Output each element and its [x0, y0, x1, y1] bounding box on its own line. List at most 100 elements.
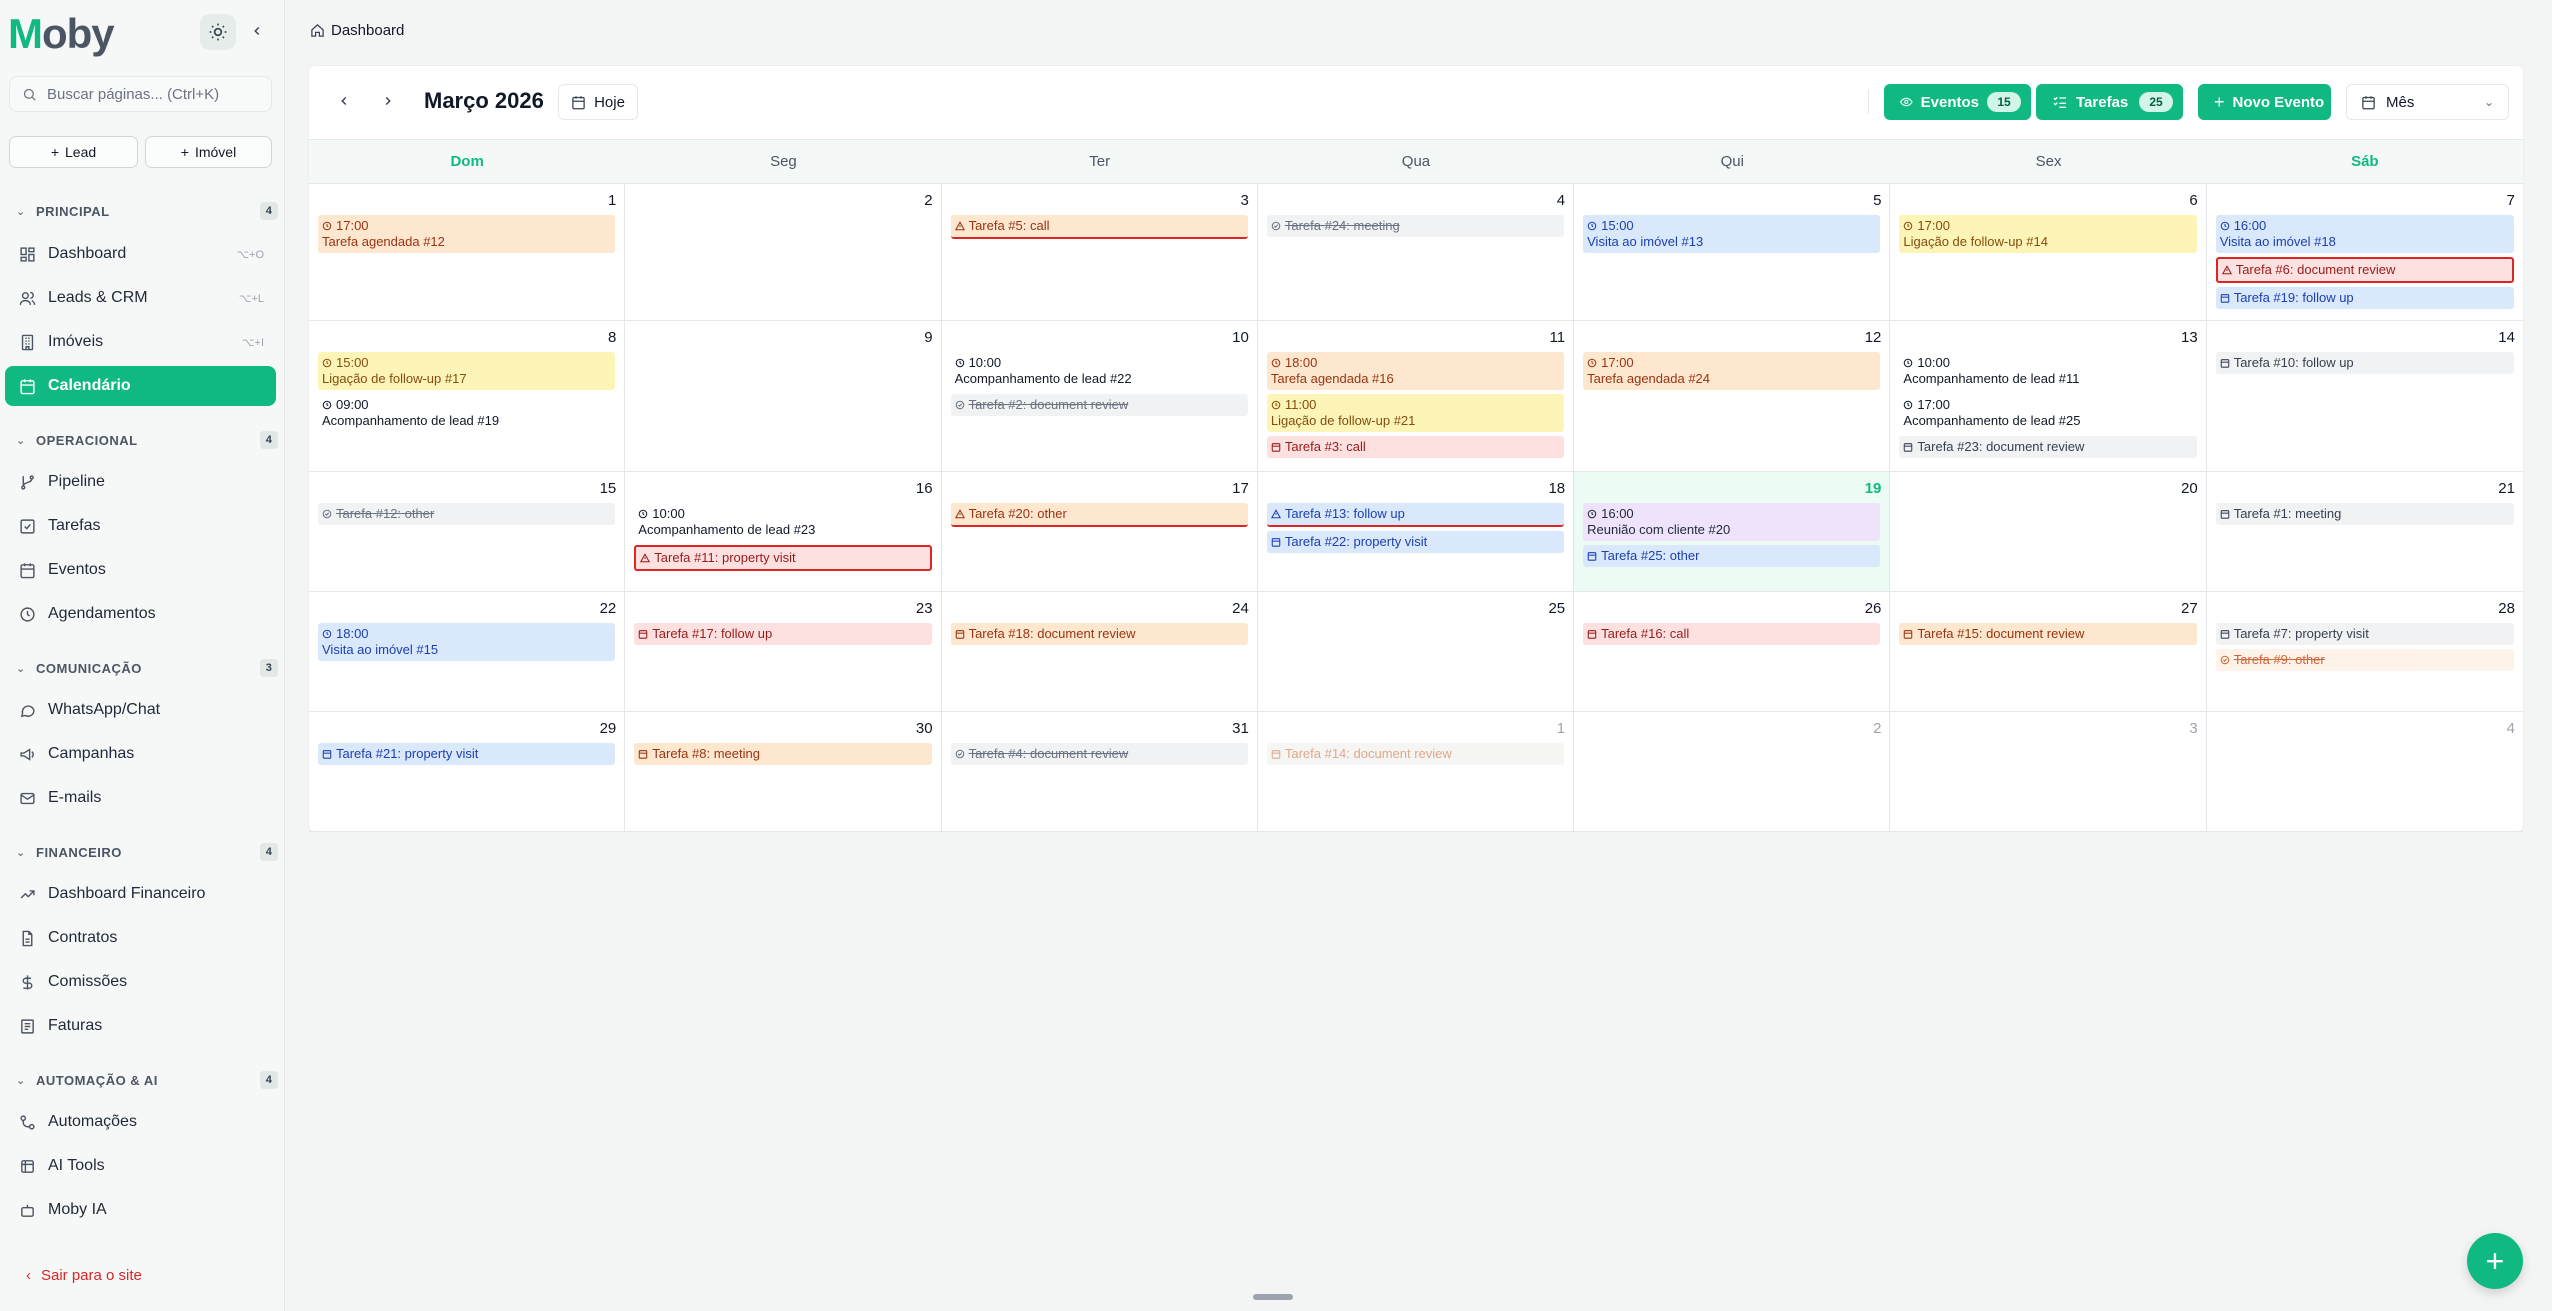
sidebar-item-imoveis[interactable]: Imóveis ⌥+I	[5, 322, 276, 362]
calendar-event[interactable]: Tarefa #5: call	[950, 215, 1248, 239]
sidebar-item-whatsapp[interactable]: WhatsApp/Chat	[5, 690, 276, 730]
day-cell[interactable]: 29 Tarefa #21: property visit	[309, 712, 626, 831]
day-cell[interactable]: 21 Tarefa #1: meeting	[2207, 472, 2523, 591]
day-cell[interactable]: 23 Tarefa #17: follow up	[625, 592, 942, 711]
calendar-event[interactable]: 18:00 Tarefa agendada #16	[1266, 352, 1565, 390]
calendar-event[interactable]: Tarefa #4: document review	[950, 743, 1248, 765]
calendar-event[interactable]: Tarefa #10: follow up	[2215, 352, 2514, 374]
calendar-event[interactable]: 17:00 Tarefa agendada #12	[318, 215, 616, 253]
section-financeiro[interactable]: ⌄ FINANCEIRO 4	[16, 842, 278, 862]
sidebar-item-dashboard[interactable]: Dashboard ⌥+O	[5, 234, 276, 274]
calendar-event[interactable]: Tarefa #24: meeting	[1266, 215, 1565, 237]
sidebar-item-tarefas[interactable]: Tarefas	[5, 506, 276, 546]
day-cell[interactable]: 24 Tarefa #18: document review	[942, 592, 1258, 711]
day-cell[interactable]: 22 18:00 Visita ao imóvel #15	[309, 592, 626, 711]
calendar-event[interactable]: Tarefa #19: follow up	[2215, 287, 2514, 309]
sidebar-item-faturas[interactable]: Faturas	[5, 1006, 276, 1046]
day-cell[interactable]: 4 Tarefa #24: meeting	[1258, 184, 1575, 320]
calendar-event[interactable]: Tarefa #14: document review	[1266, 743, 1565, 765]
day-cell[interactable]: 11 18:00 Tarefa agendada #16 11:00 Ligação d…	[1258, 321, 1575, 471]
day-cell[interactable]: 12 17:00 Tarefa agendada #24	[1574, 321, 1891, 471]
sidebar-item-calendario[interactable]: Calendário	[5, 366, 276, 406]
sidebar-item-dashboard-financeiro[interactable]: Dashboard Financeiro	[5, 874, 276, 914]
calendar-event[interactable]: 15:00 Ligação de follow-up #17	[318, 352, 616, 390]
day-cell[interactable]: 28 Tarefa #7: property visit Tarefa #9: ot…	[2207, 592, 2523, 711]
sidebar-item-agendamentos[interactable]: Agendamentos	[5, 594, 276, 634]
calendar-event[interactable]: Tarefa #2: document review	[950, 394, 1248, 416]
sidebar-item-moby-ia[interactable]: Moby IA	[5, 1190, 276, 1230]
theme-toggle-button[interactable]	[200, 14, 236, 50]
day-cell[interactable]: 2	[1574, 712, 1891, 831]
calendar-event[interactable]: Tarefa #12: other	[318, 503, 616, 525]
calendar-event[interactable]: Tarefa #3: call	[1266, 436, 1565, 458]
day-cell[interactable]: 3 Tarefa #5: call	[942, 184, 1258, 320]
calendar-event[interactable]: 10:00 Acompanhamento de lead #22	[951, 352, 1248, 390]
calendar-event[interactable]: Tarefa #17: follow up	[634, 623, 932, 645]
calendar-event[interactable]: Tarefa #6: document review	[2215, 257, 2514, 283]
calendar-event[interactable]: Tarefa #8: meeting	[634, 743, 932, 765]
day-cell[interactable]: 1 17:00 Tarefa agendada #12	[309, 184, 626, 320]
add-lead-button[interactable]: + Lead	[9, 136, 138, 168]
sidebar-item-leads[interactable]: Leads & CRM ⌥+L	[5, 278, 276, 318]
day-cell[interactable]: 30 Tarefa #8: meeting	[625, 712, 942, 831]
day-cell[interactable]: 10 10:00 Acompanhamento de lead #22 Tarefa …	[942, 321, 1258, 471]
calendar-event[interactable]: 16:00 Visita ao imóvel #18	[2215, 215, 2514, 253]
calendar-event[interactable]: Tarefa #18: document review	[950, 623, 1248, 645]
calendar-event[interactable]: Tarefa #16: call	[1583, 623, 1881, 645]
calendar-event[interactable]: 11:00 Ligação de follow-up #21	[1266, 394, 1565, 432]
moby-logo[interactable]: Moby	[8, 10, 115, 58]
day-cell[interactable]: 17 Tarefa #20: other	[942, 472, 1258, 591]
day-cell[interactable]: 9	[625, 321, 942, 471]
day-cell[interactable]: 27 Tarefa #15: document review	[1890, 592, 2207, 711]
day-cell[interactable]: 6 17:00 Ligação de follow-up #14	[1890, 184, 2207, 320]
day-cell[interactable]: 3	[1890, 712, 2207, 831]
day-cell[interactable]: 2	[625, 184, 942, 320]
calendar-event[interactable]: Tarefa #13: follow up	[1266, 503, 1565, 527]
logout-link[interactable]: ‹ Sair para o site	[26, 1267, 142, 1284]
add-fab-button[interactable]: +	[2467, 1233, 2523, 1289]
sidebar-item-contratos[interactable]: Contratos	[5, 918, 276, 958]
calendar-event[interactable]: 10:00 Acompanhamento de lead #11	[1899, 352, 2196, 390]
day-cell[interactable]: 26 Tarefa #16: call	[1574, 592, 1891, 711]
eventos-toggle-button[interactable]: Eventos 15	[1884, 84, 2031, 120]
day-cell[interactable]: 18 Tarefa #13: follow up Tarefa #22: prope…	[1258, 472, 1575, 591]
calendar-event[interactable]: 17:00 Ligação de follow-up #14	[1899, 215, 2197, 253]
day-cell[interactable]: 31 Tarefa #4: document review	[942, 712, 1258, 831]
calendar-event[interactable]: 17:00 Acompanhamento de lead #25	[1899, 394, 2196, 432]
calendar-event[interactable]: Tarefa #1: meeting	[2215, 503, 2514, 525]
day-cell[interactable]: 15 Tarefa #12: other	[309, 472, 626, 591]
sidebar-item-campanhas[interactable]: Campanhas	[5, 734, 276, 774]
day-cell[interactable]: 4	[2207, 712, 2523, 831]
view-select[interactable]: Mês ⌄	[2346, 84, 2509, 120]
sidebar-item-ai-tools[interactable]: AI Tools	[5, 1146, 276, 1186]
today-button[interactable]: Hoje	[558, 84, 638, 120]
calendar-event[interactable]: Tarefa #22: property visit	[1266, 531, 1565, 553]
day-cell[interactable]: 8 15:00 Ligação de follow-up #17 09:00 Acomp…	[309, 321, 626, 471]
calendar-event[interactable]: Tarefa #15: document review	[1899, 623, 2197, 645]
day-cell[interactable]: 13 10:00 Acompanhamento de lead #11 17:00 Ac…	[1890, 321, 2207, 471]
calendar-event[interactable]: Tarefa #20: other	[950, 503, 1248, 527]
calendar-event[interactable]: 16:00 Reunião com cliente #20	[1583, 503, 1881, 541]
sidebar-item-eventos[interactable]: Eventos	[5, 550, 276, 590]
day-cell[interactable]: 1 Tarefa #14: document review	[1258, 712, 1575, 831]
sidebar-item-pipeline[interactable]: Pipeline	[5, 462, 276, 502]
day-cell[interactable]: 14 Tarefa #10: follow up	[2207, 321, 2523, 471]
section-principal[interactable]: ⌄ PRINCIPAL 4	[16, 201, 278, 221]
calendar-event[interactable]: Tarefa #7: property visit	[2215, 623, 2514, 645]
add-imovel-button[interactable]: + Imóvel	[145, 136, 272, 168]
novo-evento-button[interactable]: + Novo Evento	[2198, 84, 2331, 120]
prev-month-button[interactable]	[330, 86, 358, 116]
tarefas-toggle-button[interactable]: Tarefas 25	[2036, 84, 2183, 120]
day-cell[interactable]: 19 16:00 Reunião com cliente #20 Tarefa #25…	[1574, 472, 1891, 591]
day-cell[interactable]: 25	[1258, 592, 1575, 711]
calendar-event[interactable]: Tarefa #9: other	[2215, 649, 2514, 671]
sidebar-item-emails[interactable]: E-mails	[5, 778, 276, 818]
calendar-event[interactable]: 17:00 Tarefa agendada #24	[1583, 352, 1881, 390]
calendar-event[interactable]: 18:00 Visita ao imóvel #15	[318, 623, 616, 661]
calendar-event[interactable]: 15:00 Visita ao imóvel #13	[1583, 215, 1881, 253]
calendar-event[interactable]: Tarefa #23: document review	[1899, 436, 2197, 458]
section-comunicacao[interactable]: ⌄ COMUNICAÇÃO 3	[16, 658, 278, 678]
calendar-event[interactable]: 10:00 Acompanhamento de lead #23	[634, 503, 931, 541]
section-automacao[interactable]: ⌄ AUTOMAÇÃO & AI 4	[16, 1070, 278, 1090]
collapse-sidebar-button[interactable]	[246, 16, 268, 46]
